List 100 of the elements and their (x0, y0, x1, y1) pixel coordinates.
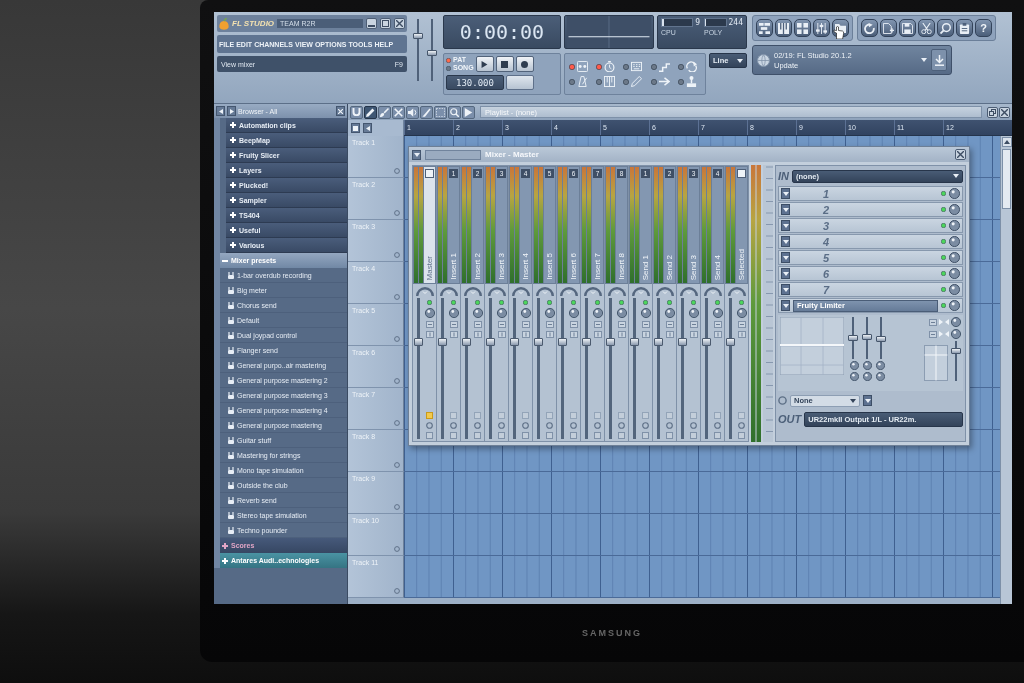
slot-menu-button[interactable] (781, 220, 790, 231)
fader-thumb[interactable] (630, 337, 639, 346)
record-option-button[interactable] (594, 60, 618, 73)
vertical-scrollbar[interactable] (1000, 136, 1012, 604)
record-option-button[interactable] (648, 75, 672, 88)
maximize-button[interactable] (380, 18, 391, 29)
record-option-button[interactable] (594, 75, 618, 88)
fader-thumb[interactable] (582, 337, 591, 346)
fader-track[interactable] (558, 298, 567, 439)
tool-button[interactable] (392, 105, 405, 119)
slot-menu-button[interactable] (781, 204, 790, 215)
tool-button[interactable] (350, 105, 363, 119)
slot-menu-button[interactable] (781, 188, 790, 199)
effect-slot[interactable]: 1 (778, 186, 963, 201)
preset-field[interactable] (425, 149, 481, 160)
fader-thumb[interactable] (558, 337, 567, 346)
fader-thumb[interactable] (726, 337, 735, 346)
slider-thumb[interactable] (862, 334, 872, 341)
record-button[interactable] (515, 56, 534, 72)
toolbar-button[interactable] (880, 19, 897, 37)
fader-thumb[interactable] (438, 337, 447, 346)
effect-slot[interactable]: 2 (778, 202, 963, 217)
restore-button[interactable] (987, 106, 998, 118)
fader-track[interactable] (582, 298, 591, 439)
record-option-button[interactable] (621, 75, 645, 88)
volume-slider[interactable] (951, 341, 961, 381)
fader-track[interactable] (678, 298, 687, 439)
toolbar-button[interactable] (899, 19, 916, 37)
channel-name-strip[interactable]: Selected (736, 167, 747, 283)
toolbar-button[interactable] (775, 19, 792, 37)
tool-button[interactable] (448, 105, 461, 119)
close-button[interactable] (999, 106, 1010, 118)
mixer-channel[interactable]: Selected (725, 166, 748, 441)
record-option-button[interactable] (675, 75, 699, 88)
channel-name-strip[interactable]: Master (424, 167, 435, 283)
scroll-up-button[interactable] (1002, 137, 1012, 147)
slot-menu-button[interactable] (781, 252, 790, 263)
back-button[interactable] (363, 123, 372, 133)
fader-track[interactable] (486, 298, 495, 439)
fader-track[interactable] (606, 298, 615, 439)
mixer-channel[interactable]: Master (413, 166, 436, 441)
forward-button[interactable] (227, 106, 236, 116)
play-button[interactable] (475, 56, 494, 72)
record-option-button[interactable] (567, 60, 590, 73)
fader-thumb[interactable] (414, 337, 423, 346)
fader-thumb[interactable] (702, 337, 711, 346)
fader-track[interactable] (654, 298, 663, 439)
fader-track[interactable] (630, 298, 639, 439)
record-option-button[interactable] (648, 60, 672, 73)
minimize-button[interactable] (366, 18, 377, 29)
slot-menu-button[interactable] (781, 284, 790, 295)
tempo-display[interactable]: 130.000 (446, 75, 504, 90)
fader-thumb[interactable] (678, 337, 687, 346)
effect-slot[interactable]: 3 (778, 218, 963, 233)
slot-menu-button[interactable] (781, 268, 790, 279)
fader-thumb[interactable] (462, 337, 471, 346)
effect-slot[interactable]: 7 (778, 282, 963, 297)
effect-slot[interactable]: 5 (778, 250, 963, 265)
fader-thumb[interactable] (510, 337, 519, 346)
record-option-button[interactable] (621, 60, 645, 73)
slider-thumb[interactable] (427, 49, 437, 56)
tool-button[interactable] (364, 105, 377, 119)
download-button[interactable] (931, 49, 947, 71)
fader-track[interactable] (726, 298, 735, 439)
toolbar-button[interactable] (956, 19, 973, 37)
effect-slot[interactable]: 6 (778, 266, 963, 281)
pattern-selector[interactable] (506, 75, 534, 90)
tool-button[interactable] (420, 105, 433, 119)
slot-menu-button[interactable] (781, 300, 790, 311)
scrollbar-thumb[interactable] (1002, 149, 1011, 209)
record-option-button[interactable] (675, 60, 699, 73)
help-button[interactable]: ? (975, 19, 992, 37)
fader-track[interactable] (462, 298, 471, 439)
toolbar-button[interactable] (918, 19, 935, 37)
toolbar-button[interactable] (861, 19, 878, 37)
close-button[interactable] (955, 149, 966, 160)
toolbar-button[interactable] (756, 19, 773, 37)
fader-thumb[interactable] (606, 337, 615, 346)
toolbar-button[interactable] (937, 19, 954, 37)
close-button[interactable] (336, 106, 345, 116)
fader-thumb[interactable] (654, 337, 663, 346)
close-button[interactable] (394, 18, 405, 29)
slot-menu-button[interactable] (781, 236, 790, 247)
slider-thumb[interactable] (876, 335, 886, 342)
toolbar-button[interactable] (794, 19, 811, 37)
fader-thumb[interactable] (486, 337, 495, 346)
slider-thumb[interactable] (848, 335, 858, 341)
record-option-button[interactable] (567, 75, 590, 88)
fader-track[interactable] (534, 298, 543, 439)
fader-track[interactable] (414, 298, 423, 439)
effect-slot[interactable]: 4 (778, 234, 963, 249)
slider-thumb[interactable] (951, 347, 961, 354)
back-button[interactable] (216, 106, 225, 116)
fader-track[interactable] (510, 298, 519, 439)
stop-button[interactable] (495, 56, 514, 72)
toolbar-button[interactable] (813, 19, 830, 37)
tool-button[interactable] (462, 105, 475, 119)
fader-thumb[interactable] (534, 337, 543, 346)
slider-thumb[interactable] (413, 33, 423, 39)
route-button[interactable] (863, 395, 872, 406)
